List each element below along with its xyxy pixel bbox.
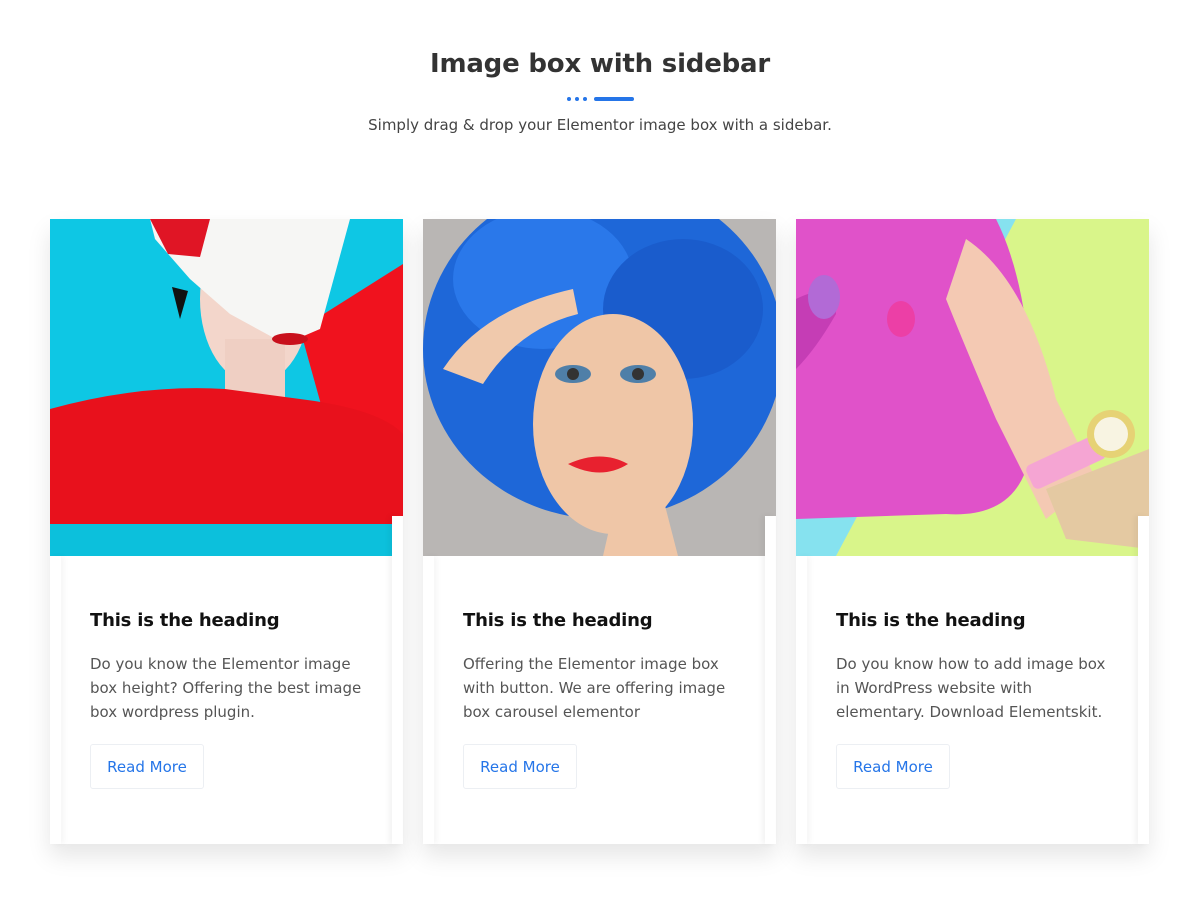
card-image	[796, 219, 1149, 556]
card-heading: This is the heading	[463, 610, 653, 631]
card-left-strip	[796, 556, 807, 844]
divider-bar	[594, 97, 634, 101]
pink-clutch-bag-icon	[796, 219, 1149, 556]
divider-dot	[575, 97, 579, 101]
read-more-button[interactable]: Read More	[90, 744, 204, 789]
card-image	[423, 219, 776, 556]
card-sidebar	[1138, 516, 1149, 844]
image-box-card: This is the heading Do you know how to a…	[796, 219, 1149, 844]
card-image	[50, 219, 403, 556]
image-box-card: This is the heading Do you know the Elem…	[50, 219, 403, 844]
card-description: Do you know how to add image box in Word…	[836, 655, 1106, 721]
portrait-blue-hair-icon	[423, 219, 776, 556]
card-sidebar	[392, 516, 403, 844]
card-left-strip	[50, 556, 61, 844]
section-title: Image box with sidebar	[429, 49, 771, 79]
section-subtitle: Simply drag & drop your Elementor image …	[368, 116, 832, 134]
read-more-button[interactable]: Read More	[836, 744, 950, 789]
divider-dot	[583, 97, 587, 101]
image-box-card: This is the heading Offering the Element…	[423, 219, 776, 844]
card-heading: This is the heading	[836, 610, 1026, 631]
divider-dot	[567, 97, 571, 101]
card-description: Do you know the Elementor image box heig…	[90, 655, 362, 721]
title-divider	[567, 97, 634, 101]
card-heading: This is the heading	[90, 610, 280, 631]
card-description: Offering the Elementor image box with bu…	[463, 655, 726, 721]
card-left-strip	[423, 556, 434, 844]
card-sidebar	[765, 516, 776, 844]
section-header: Image box with sidebar Simply drag & dro…	[0, 44, 1200, 134]
read-more-button[interactable]: Read More	[463, 744, 577, 789]
portrait-red-sweater-icon	[50, 219, 403, 556]
